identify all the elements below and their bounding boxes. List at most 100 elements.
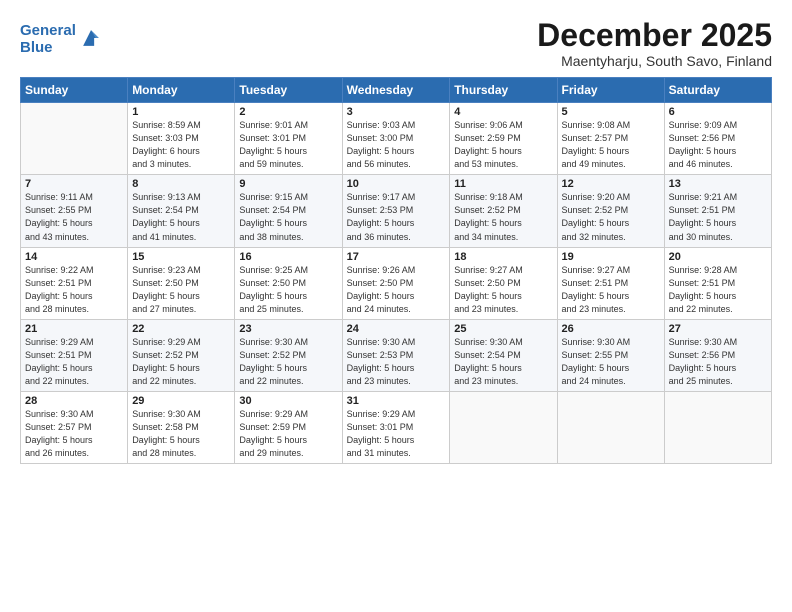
day-info: Sunrise: 9:29 AM Sunset: 2:51 PM Dayligh… bbox=[25, 336, 123, 388]
calendar-week-row: 14Sunrise: 9:22 AM Sunset: 2:51 PM Dayli… bbox=[21, 247, 772, 319]
calendar-week-row: 7Sunrise: 9:11 AM Sunset: 2:55 PM Daylig… bbox=[21, 175, 772, 247]
day-number: 24 bbox=[347, 323, 446, 335]
day-info: Sunrise: 9:17 AM Sunset: 2:53 PM Dayligh… bbox=[347, 191, 446, 243]
day-info: Sunrise: 9:21 AM Sunset: 2:51 PM Dayligh… bbox=[669, 191, 767, 243]
calendar-week-row: 1Sunrise: 8:59 AM Sunset: 3:03 PM Daylig… bbox=[21, 103, 772, 175]
day-info: Sunrise: 9:29 AM Sunset: 3:01 PM Dayligh… bbox=[347, 408, 446, 460]
day-info: Sunrise: 9:30 AM Sunset: 2:55 PM Dayligh… bbox=[562, 336, 660, 388]
table-row: 15Sunrise: 9:23 AM Sunset: 2:50 PM Dayli… bbox=[128, 247, 235, 319]
table-row: 10Sunrise: 9:17 AM Sunset: 2:53 PM Dayli… bbox=[342, 175, 450, 247]
table-row bbox=[557, 391, 664, 463]
day-info: Sunrise: 9:15 AM Sunset: 2:54 PM Dayligh… bbox=[239, 191, 337, 243]
day-info: Sunrise: 9:30 AM Sunset: 2:54 PM Dayligh… bbox=[454, 336, 552, 388]
day-info: Sunrise: 9:29 AM Sunset: 2:59 PM Dayligh… bbox=[239, 408, 337, 460]
day-info: Sunrise: 9:27 AM Sunset: 2:50 PM Dayligh… bbox=[454, 264, 552, 316]
day-info: Sunrise: 9:29 AM Sunset: 2:52 PM Dayligh… bbox=[132, 336, 230, 388]
table-row: 28Sunrise: 9:30 AM Sunset: 2:57 PM Dayli… bbox=[21, 391, 128, 463]
day-number: 11 bbox=[454, 178, 552, 190]
col-tuesday: Tuesday bbox=[235, 78, 342, 103]
logo: General Blue bbox=[20, 22, 102, 57]
day-number: 8 bbox=[132, 178, 230, 190]
table-row: 27Sunrise: 9:30 AM Sunset: 2:56 PM Dayli… bbox=[664, 319, 771, 391]
col-thursday: Thursday bbox=[450, 78, 557, 103]
table-row: 2Sunrise: 9:01 AM Sunset: 3:01 PM Daylig… bbox=[235, 103, 342, 175]
day-info: Sunrise: 9:30 AM Sunset: 2:52 PM Dayligh… bbox=[239, 336, 337, 388]
table-row: 11Sunrise: 9:18 AM Sunset: 2:52 PM Dayli… bbox=[450, 175, 557, 247]
table-row: 26Sunrise: 9:30 AM Sunset: 2:55 PM Dayli… bbox=[557, 319, 664, 391]
day-info: Sunrise: 9:27 AM Sunset: 2:51 PM Dayligh… bbox=[562, 264, 660, 316]
day-number: 2 bbox=[239, 106, 337, 118]
logo-icon bbox=[80, 27, 102, 49]
table-row: 12Sunrise: 9:20 AM Sunset: 2:52 PM Dayli… bbox=[557, 175, 664, 247]
calendar-header-row: Sunday Monday Tuesday Wednesday Thursday… bbox=[21, 78, 772, 103]
table-row bbox=[450, 391, 557, 463]
calendar-week-row: 21Sunrise: 9:29 AM Sunset: 2:51 PM Dayli… bbox=[21, 319, 772, 391]
day-number: 5 bbox=[562, 106, 660, 118]
day-number: 23 bbox=[239, 323, 337, 335]
day-info: Sunrise: 9:09 AM Sunset: 2:56 PM Dayligh… bbox=[669, 119, 767, 171]
calendar-week-row: 28Sunrise: 9:30 AM Sunset: 2:57 PM Dayli… bbox=[21, 391, 772, 463]
day-info: Sunrise: 9:06 AM Sunset: 2:59 PM Dayligh… bbox=[454, 119, 552, 171]
table-row: 9Sunrise: 9:15 AM Sunset: 2:54 PM Daylig… bbox=[235, 175, 342, 247]
day-number: 9 bbox=[239, 178, 337, 190]
table-row: 5Sunrise: 9:08 AM Sunset: 2:57 PM Daylig… bbox=[557, 103, 664, 175]
day-number: 6 bbox=[669, 106, 767, 118]
day-info: Sunrise: 9:01 AM Sunset: 3:01 PM Dayligh… bbox=[239, 119, 337, 171]
col-wednesday: Wednesday bbox=[342, 78, 450, 103]
day-info: Sunrise: 9:13 AM Sunset: 2:54 PM Dayligh… bbox=[132, 191, 230, 243]
day-number: 19 bbox=[562, 251, 660, 263]
table-row: 18Sunrise: 9:27 AM Sunset: 2:50 PM Dayli… bbox=[450, 247, 557, 319]
day-number: 18 bbox=[454, 251, 552, 263]
day-info: Sunrise: 9:11 AM Sunset: 2:55 PM Dayligh… bbox=[25, 191, 123, 243]
day-number: 1 bbox=[132, 106, 230, 118]
table-row: 30Sunrise: 9:29 AM Sunset: 2:59 PM Dayli… bbox=[235, 391, 342, 463]
calendar-table: Sunday Monday Tuesday Wednesday Thursday… bbox=[20, 77, 772, 464]
day-info: Sunrise: 9:18 AM Sunset: 2:52 PM Dayligh… bbox=[454, 191, 552, 243]
day-info: Sunrise: 9:08 AM Sunset: 2:57 PM Dayligh… bbox=[562, 119, 660, 171]
table-row: 8Sunrise: 9:13 AM Sunset: 2:54 PM Daylig… bbox=[128, 175, 235, 247]
month-title: December 2025 bbox=[537, 18, 772, 53]
day-number: 25 bbox=[454, 323, 552, 335]
day-number: 3 bbox=[347, 106, 446, 118]
table-row: 13Sunrise: 9:21 AM Sunset: 2:51 PM Dayli… bbox=[664, 175, 771, 247]
table-row: 1Sunrise: 8:59 AM Sunset: 3:03 PM Daylig… bbox=[128, 103, 235, 175]
table-row: 6Sunrise: 9:09 AM Sunset: 2:56 PM Daylig… bbox=[664, 103, 771, 175]
day-info: Sunrise: 9:26 AM Sunset: 2:50 PM Dayligh… bbox=[347, 264, 446, 316]
day-number: 28 bbox=[25, 395, 123, 407]
table-row: 21Sunrise: 9:29 AM Sunset: 2:51 PM Dayli… bbox=[21, 319, 128, 391]
day-info: Sunrise: 9:25 AM Sunset: 2:50 PM Dayligh… bbox=[239, 264, 337, 316]
day-number: 7 bbox=[25, 178, 123, 190]
table-row: 25Sunrise: 9:30 AM Sunset: 2:54 PM Dayli… bbox=[450, 319, 557, 391]
table-row bbox=[21, 103, 128, 175]
day-number: 13 bbox=[669, 178, 767, 190]
day-info: Sunrise: 9:22 AM Sunset: 2:51 PM Dayligh… bbox=[25, 264, 123, 316]
table-row: 17Sunrise: 9:26 AM Sunset: 2:50 PM Dayli… bbox=[342, 247, 450, 319]
day-number: 16 bbox=[239, 251, 337, 263]
logo-text-line2: Blue bbox=[20, 39, 76, 56]
day-number: 12 bbox=[562, 178, 660, 190]
day-number: 14 bbox=[25, 251, 123, 263]
table-row: 20Sunrise: 9:28 AM Sunset: 2:51 PM Dayli… bbox=[664, 247, 771, 319]
page: General Blue December 2025 Maentyharju, … bbox=[0, 0, 792, 612]
day-number: 4 bbox=[454, 106, 552, 118]
table-row: 19Sunrise: 9:27 AM Sunset: 2:51 PM Dayli… bbox=[557, 247, 664, 319]
day-number: 27 bbox=[669, 323, 767, 335]
logo-text-line1: General bbox=[20, 22, 76, 39]
table-row: 23Sunrise: 9:30 AM Sunset: 2:52 PM Dayli… bbox=[235, 319, 342, 391]
day-info: Sunrise: 9:28 AM Sunset: 2:51 PM Dayligh… bbox=[669, 264, 767, 316]
day-number: 30 bbox=[239, 395, 337, 407]
day-number: 22 bbox=[132, 323, 230, 335]
col-monday: Monday bbox=[128, 78, 235, 103]
table-row: 4Sunrise: 9:06 AM Sunset: 2:59 PM Daylig… bbox=[450, 103, 557, 175]
table-row: 31Sunrise: 9:29 AM Sunset: 3:01 PM Dayli… bbox=[342, 391, 450, 463]
col-friday: Friday bbox=[557, 78, 664, 103]
day-number: 21 bbox=[25, 323, 123, 335]
table-row: 24Sunrise: 9:30 AM Sunset: 2:53 PM Dayli… bbox=[342, 319, 450, 391]
table-row: 22Sunrise: 9:29 AM Sunset: 2:52 PM Dayli… bbox=[128, 319, 235, 391]
day-number: 17 bbox=[347, 251, 446, 263]
day-info: Sunrise: 9:20 AM Sunset: 2:52 PM Dayligh… bbox=[562, 191, 660, 243]
col-saturday: Saturday bbox=[664, 78, 771, 103]
col-sunday: Sunday bbox=[21, 78, 128, 103]
day-number: 10 bbox=[347, 178, 446, 190]
day-number: 26 bbox=[562, 323, 660, 335]
